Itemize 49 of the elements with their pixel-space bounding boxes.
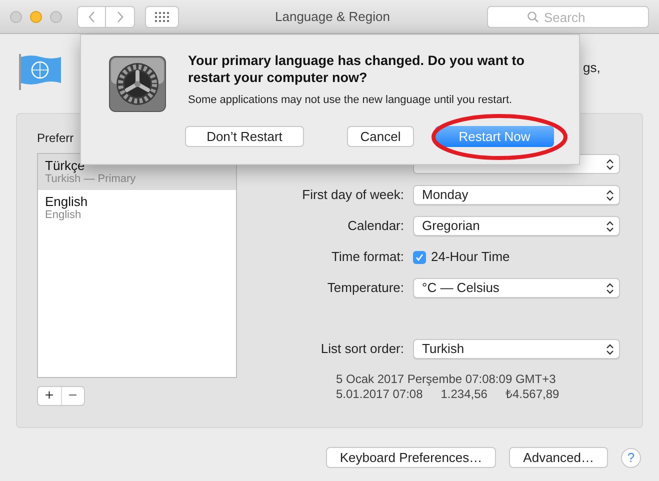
language-item[interactable]: English English bbox=[38, 190, 236, 226]
footer-button[interactable]: Advanced… bbox=[509, 447, 608, 468]
footer-button[interactable]: Keyboard Preferences… bbox=[326, 447, 496, 468]
dialog-title: Your primary language has changed. Do you want to restart your computer now? bbox=[188, 52, 526, 86]
stepper-icon bbox=[606, 282, 614, 294]
checkbox-label: 24-Hour Time bbox=[431, 248, 510, 266]
setting-label: Time format: bbox=[330, 248, 404, 266]
section-label: Preferr bbox=[37, 130, 74, 147]
gear-icon bbox=[109, 56, 166, 112]
language-detail: Turkish — Primary bbox=[45, 173, 137, 186]
description-text: gs, bbox=[583, 59, 600, 77]
stepper-icon bbox=[606, 220, 614, 232]
setting-label: First day of week: bbox=[301, 186, 404, 204]
minimize-button[interactable] bbox=[30, 10, 42, 22]
stepper-icon bbox=[606, 158, 614, 170]
language-name: English bbox=[45, 194, 89, 209]
dropdown[interactable]: Turkish bbox=[413, 339, 620, 359]
search-field[interactable]: Search bbox=[487, 6, 649, 28]
format-preview: 5.01.2017 07:08 bbox=[336, 387, 423, 402]
close-button[interactable] bbox=[10, 10, 22, 22]
format-preview: ₺4.567,89 bbox=[505, 387, 560, 402]
dialog-message: Some applications may not use the new language until you restart. bbox=[188, 93, 514, 108]
date-preview: 5 Ocak 2017 Perşembe 07:08:09 GMT+3 bbox=[336, 372, 556, 387]
back-button[interactable] bbox=[77, 6, 106, 28]
language-name: Türkçe bbox=[45, 158, 86, 173]
show-all-button[interactable] bbox=[145, 6, 179, 28]
zoom-button[interactable] bbox=[50, 10, 62, 22]
stepper-icon bbox=[606, 188, 614, 202]
language-detail: English bbox=[45, 209, 82, 222]
forward-button[interactable] bbox=[106, 6, 135, 28]
dropdown[interactable]: °C — Celsius bbox=[413, 278, 620, 298]
dialog-button[interactable]: Cancel bbox=[347, 126, 414, 147]
window-title: Language & Region bbox=[275, 8, 390, 26]
remove-button[interactable]: − bbox=[62, 387, 84, 405]
grid-icon bbox=[155, 12, 169, 22]
flag-icon bbox=[18, 54, 62, 90]
format-preview: 1.234,56 bbox=[440, 387, 488, 402]
setting-label: List sort order: bbox=[320, 340, 404, 358]
setting-label: Calendar: bbox=[346, 217, 404, 236]
chevron-left-icon bbox=[88, 10, 96, 22]
dropdown[interactable]: Monday bbox=[413, 185, 620, 205]
dropdown[interactable]: Gregorian bbox=[413, 216, 620, 236]
search-icon bbox=[527, 10, 539, 22]
setting-label: Temperature: bbox=[326, 279, 404, 298]
chevron-right-icon bbox=[116, 10, 124, 22]
add-button[interactable]: + bbox=[38, 387, 62, 405]
stepper-icon bbox=[606, 342, 614, 356]
checkbox[interactable] bbox=[413, 250, 426, 264]
dialog-button[interactable]: Don’t Restart bbox=[185, 126, 304, 147]
